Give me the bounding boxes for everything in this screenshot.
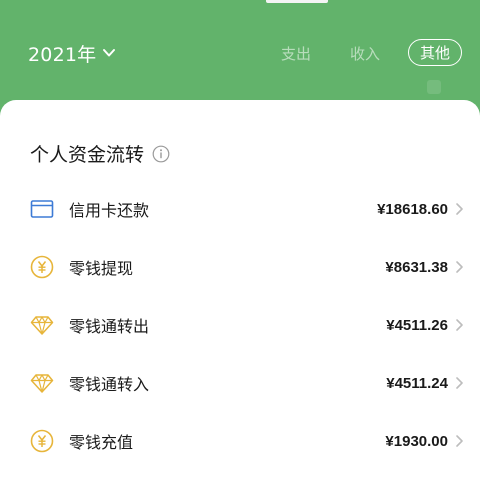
credit-card-icon	[30, 200, 54, 218]
chevron-right-icon	[456, 435, 463, 447]
row-label: 零钱通转出	[69, 317, 150, 336]
row-amount: ¥1930.00	[385, 432, 448, 450]
diamond-icon	[30, 374, 54, 393]
list-item-change-topup[interactable]: 零钱充值 ¥1930.00	[0, 421, 480, 461]
list-item-lingqiantong-out[interactable]: 零钱通转出 ¥4511.26	[0, 305, 480, 345]
list-item-lingqiantong-in[interactable]: 零钱通转入 ¥4511.24	[0, 363, 480, 403]
row-amount: ¥18618.60	[377, 200, 448, 218]
chevron-right-icon	[456, 261, 463, 273]
row-label: 零钱通转入	[69, 375, 150, 394]
row-amount: ¥4511.26	[386, 316, 448, 334]
chevron-right-icon	[456, 319, 463, 331]
filter-other-tab[interactable]: 其他	[408, 39, 462, 66]
filter-expense-tab[interactable]: 支出	[281, 40, 311, 66]
fund-flow-card: 个人资金流转 信用卡还款 ¥18618.60 零钱提现 ¥8631.38 零钱通…	[0, 100, 480, 480]
info-icon[interactable]	[152, 145, 170, 163]
section-title-text: 个人资金流转	[30, 144, 145, 166]
row-amount: ¥8631.38	[385, 258, 448, 276]
chevron-right-icon	[456, 203, 463, 215]
filter-income-tab[interactable]: 收入	[350, 40, 380, 66]
row-label: 信用卡还款	[69, 201, 150, 220]
background-decoration	[427, 80, 441, 94]
header: 2021年 支出 收入 其他	[0, 0, 480, 100]
year-selector[interactable]: 2021年	[28, 38, 116, 68]
year-label: 2021年	[28, 43, 97, 66]
yuan-coin-icon	[30, 255, 54, 279]
section-title: 个人资金流转	[30, 140, 170, 167]
chevron-right-icon	[456, 377, 463, 389]
chevron-down-icon	[103, 49, 116, 57]
list-item-credit-card-repayment[interactable]: 信用卡还款 ¥18618.60	[0, 189, 480, 229]
yuan-coin-icon	[30, 429, 54, 453]
row-label: 零钱提现	[69, 259, 134, 278]
row-label: 零钱充值	[69, 433, 134, 452]
row-amount: ¥4511.24	[386, 374, 448, 392]
list-item-change-withdrawal[interactable]: 零钱提现 ¥8631.38	[0, 247, 480, 287]
diamond-icon	[30, 316, 54, 335]
